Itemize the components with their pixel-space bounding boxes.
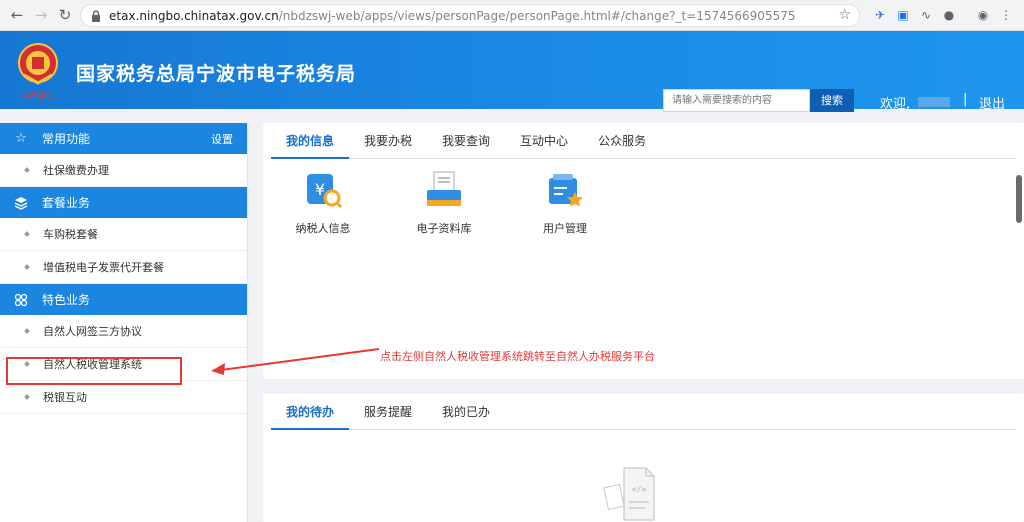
site-header: 中国税务 国家税务总局宁波市电子税务局 搜索 欢迎, | 退出	[0, 31, 1024, 112]
masked-username	[918, 97, 950, 107]
grid-icon	[12, 291, 30, 309]
my-info-panel: 我的信息 我要办税 我要查询 互动中心 公众服务 ¥ 纳税人信息 电子资料库 用…	[263, 123, 1024, 379]
app-taxpayer-info[interactable]: ¥ 纳税人信息	[278, 170, 368, 236]
app-label: 电子资料库	[416, 222, 472, 235]
settings-link[interactable]: 设置	[211, 131, 233, 147]
section-title: 常用功能	[42, 132, 91, 146]
bullet-icon	[24, 167, 30, 173]
section-title: 套餐业务	[42, 196, 91, 210]
reload-icon[interactable]: ↻	[54, 4, 76, 26]
tax-emblem-logo: 中国税务	[18, 43, 58, 101]
back-icon[interactable]: ←	[6, 4, 28, 26]
annotation-arrow	[211, 348, 380, 375]
extension-translate-icon[interactable]: ▣	[895, 7, 911, 23]
svg-text:¥: ¥	[315, 180, 325, 199]
extension-bird-icon[interactable]: ✈	[872, 7, 888, 23]
sidebar-item-label: 车购税套餐	[43, 228, 98, 241]
sidebar-section-featured[interactable]: 特色业务	[0, 284, 247, 315]
url-host: etax.ningbo.chinatax.gov.cn	[109, 8, 279, 23]
tab-my-info[interactable]: 我的信息	[271, 123, 350, 159]
highlight-box	[6, 357, 182, 385]
page-scrollbar-thumb[interactable]	[1016, 175, 1022, 223]
url-path: /nbdzswj-web/apps/views/personPage/perso…	[278, 8, 796, 23]
empty-state-illustration: </>	[603, 467, 655, 521]
sidebar-item-label: 自然人网签三方协议	[43, 325, 142, 338]
logo-text: 中国税务	[22, 91, 54, 101]
extension-pulse-icon[interactable]: ∿	[918, 7, 934, 23]
bullet-icon	[24, 328, 30, 334]
sidebar-item-vehicle-tax[interactable]: 车购税套餐	[0, 218, 247, 251]
taxpayer-info-icon: ¥	[307, 174, 343, 209]
svg-text:</>: </>	[632, 485, 647, 494]
tab-interaction[interactable]: 互动中心	[505, 123, 583, 158]
app-label: 纳税人信息	[295, 222, 351, 235]
tab-my-todo[interactable]: 我的待办	[271, 394, 350, 430]
menu-dots-icon[interactable]: ⋮	[998, 7, 1014, 23]
address-bar[interactable]: etax.ningbo.chinatax.gov.cn /nbdzswj-web…	[80, 4, 860, 27]
layers-icon	[12, 194, 30, 212]
logout-link[interactable]: 退出	[979, 93, 1005, 112]
tab-public-service[interactable]: 公众服务	[583, 123, 661, 158]
browser-toolbar: ← → ↻ etax.ningbo.chinatax.gov.cn /nbdzs…	[0, 0, 1024, 31]
sidebar-item-tax-bank[interactable]: 税银互动	[0, 381, 247, 414]
profile-avatar-icon[interactable]: ◉	[975, 7, 991, 23]
tab-tax-handling[interactable]: 我要办税	[349, 123, 427, 158]
sidebar-item-social-insurance[interactable]: 社保缴费办理	[0, 154, 247, 187]
search-input[interactable]	[663, 89, 810, 112]
tab-service-reminder[interactable]: 服务提醒	[349, 394, 427, 429]
sidebar-item-label: 增值税电子发票代开套餐	[43, 261, 164, 274]
sidebar-item-vat-invoice[interactable]: 增值税电子发票代开套餐	[0, 251, 247, 284]
forward-icon[interactable]: →	[30, 4, 52, 26]
sidebar-item-label: 社保缴费办理	[43, 164, 109, 177]
sidebar-section-common[interactable]: ☆ 常用功能 设置	[0, 123, 247, 154]
star-icon: ☆	[15, 131, 27, 146]
app-label: 用户管理	[543, 222, 587, 235]
tab-my-done[interactable]: 我的已办	[427, 394, 505, 429]
bookmark-star-icon[interactable]: ☆	[838, 7, 851, 23]
e-archive-icon	[427, 171, 461, 206]
sidebar-section-package[interactable]: 套餐业务	[0, 187, 247, 218]
lock-icon	[89, 9, 103, 23]
search-button[interactable]: 搜索	[810, 89, 854, 112]
app-e-archive[interactable]: 电子资料库	[399, 170, 489, 236]
user-management-icon	[549, 174, 583, 207]
annotation-text: 点击左侧自然人税收管理系统跳转至自然人办税服务平台	[380, 350, 655, 363]
section-title: 特色业务	[42, 293, 91, 307]
site-title: 国家税务总局宁波市电子税务局	[76, 63, 357, 85]
bullet-icon	[24, 394, 30, 400]
bullet-icon	[24, 231, 30, 237]
welcome-text: 欢迎,	[880, 97, 911, 112]
sidebar-item-tripartite-agreement[interactable]: 自然人网签三方协议	[0, 315, 247, 348]
sidebar: ☆ 常用功能 设置 社保缴费办理 套餐业务 车购税套餐 增值税电子发票代开套餐 …	[0, 123, 248, 522]
tab-query[interactable]: 我要查询	[427, 123, 505, 158]
sidebar-item-label: 税银互动	[43, 391, 87, 404]
bullet-icon	[24, 264, 30, 270]
panel1-tabs: 我的信息 我要办税 我要查询 互动中心 公众服务	[271, 123, 1016, 159]
app-user-management[interactable]: 用户管理	[520, 170, 610, 236]
extension-drop-icon[interactable]: ●	[941, 7, 957, 23]
header-separator: |	[963, 92, 968, 107]
panel2-tabs: 我的待办 服务提醒 我的已办	[271, 394, 1016, 430]
